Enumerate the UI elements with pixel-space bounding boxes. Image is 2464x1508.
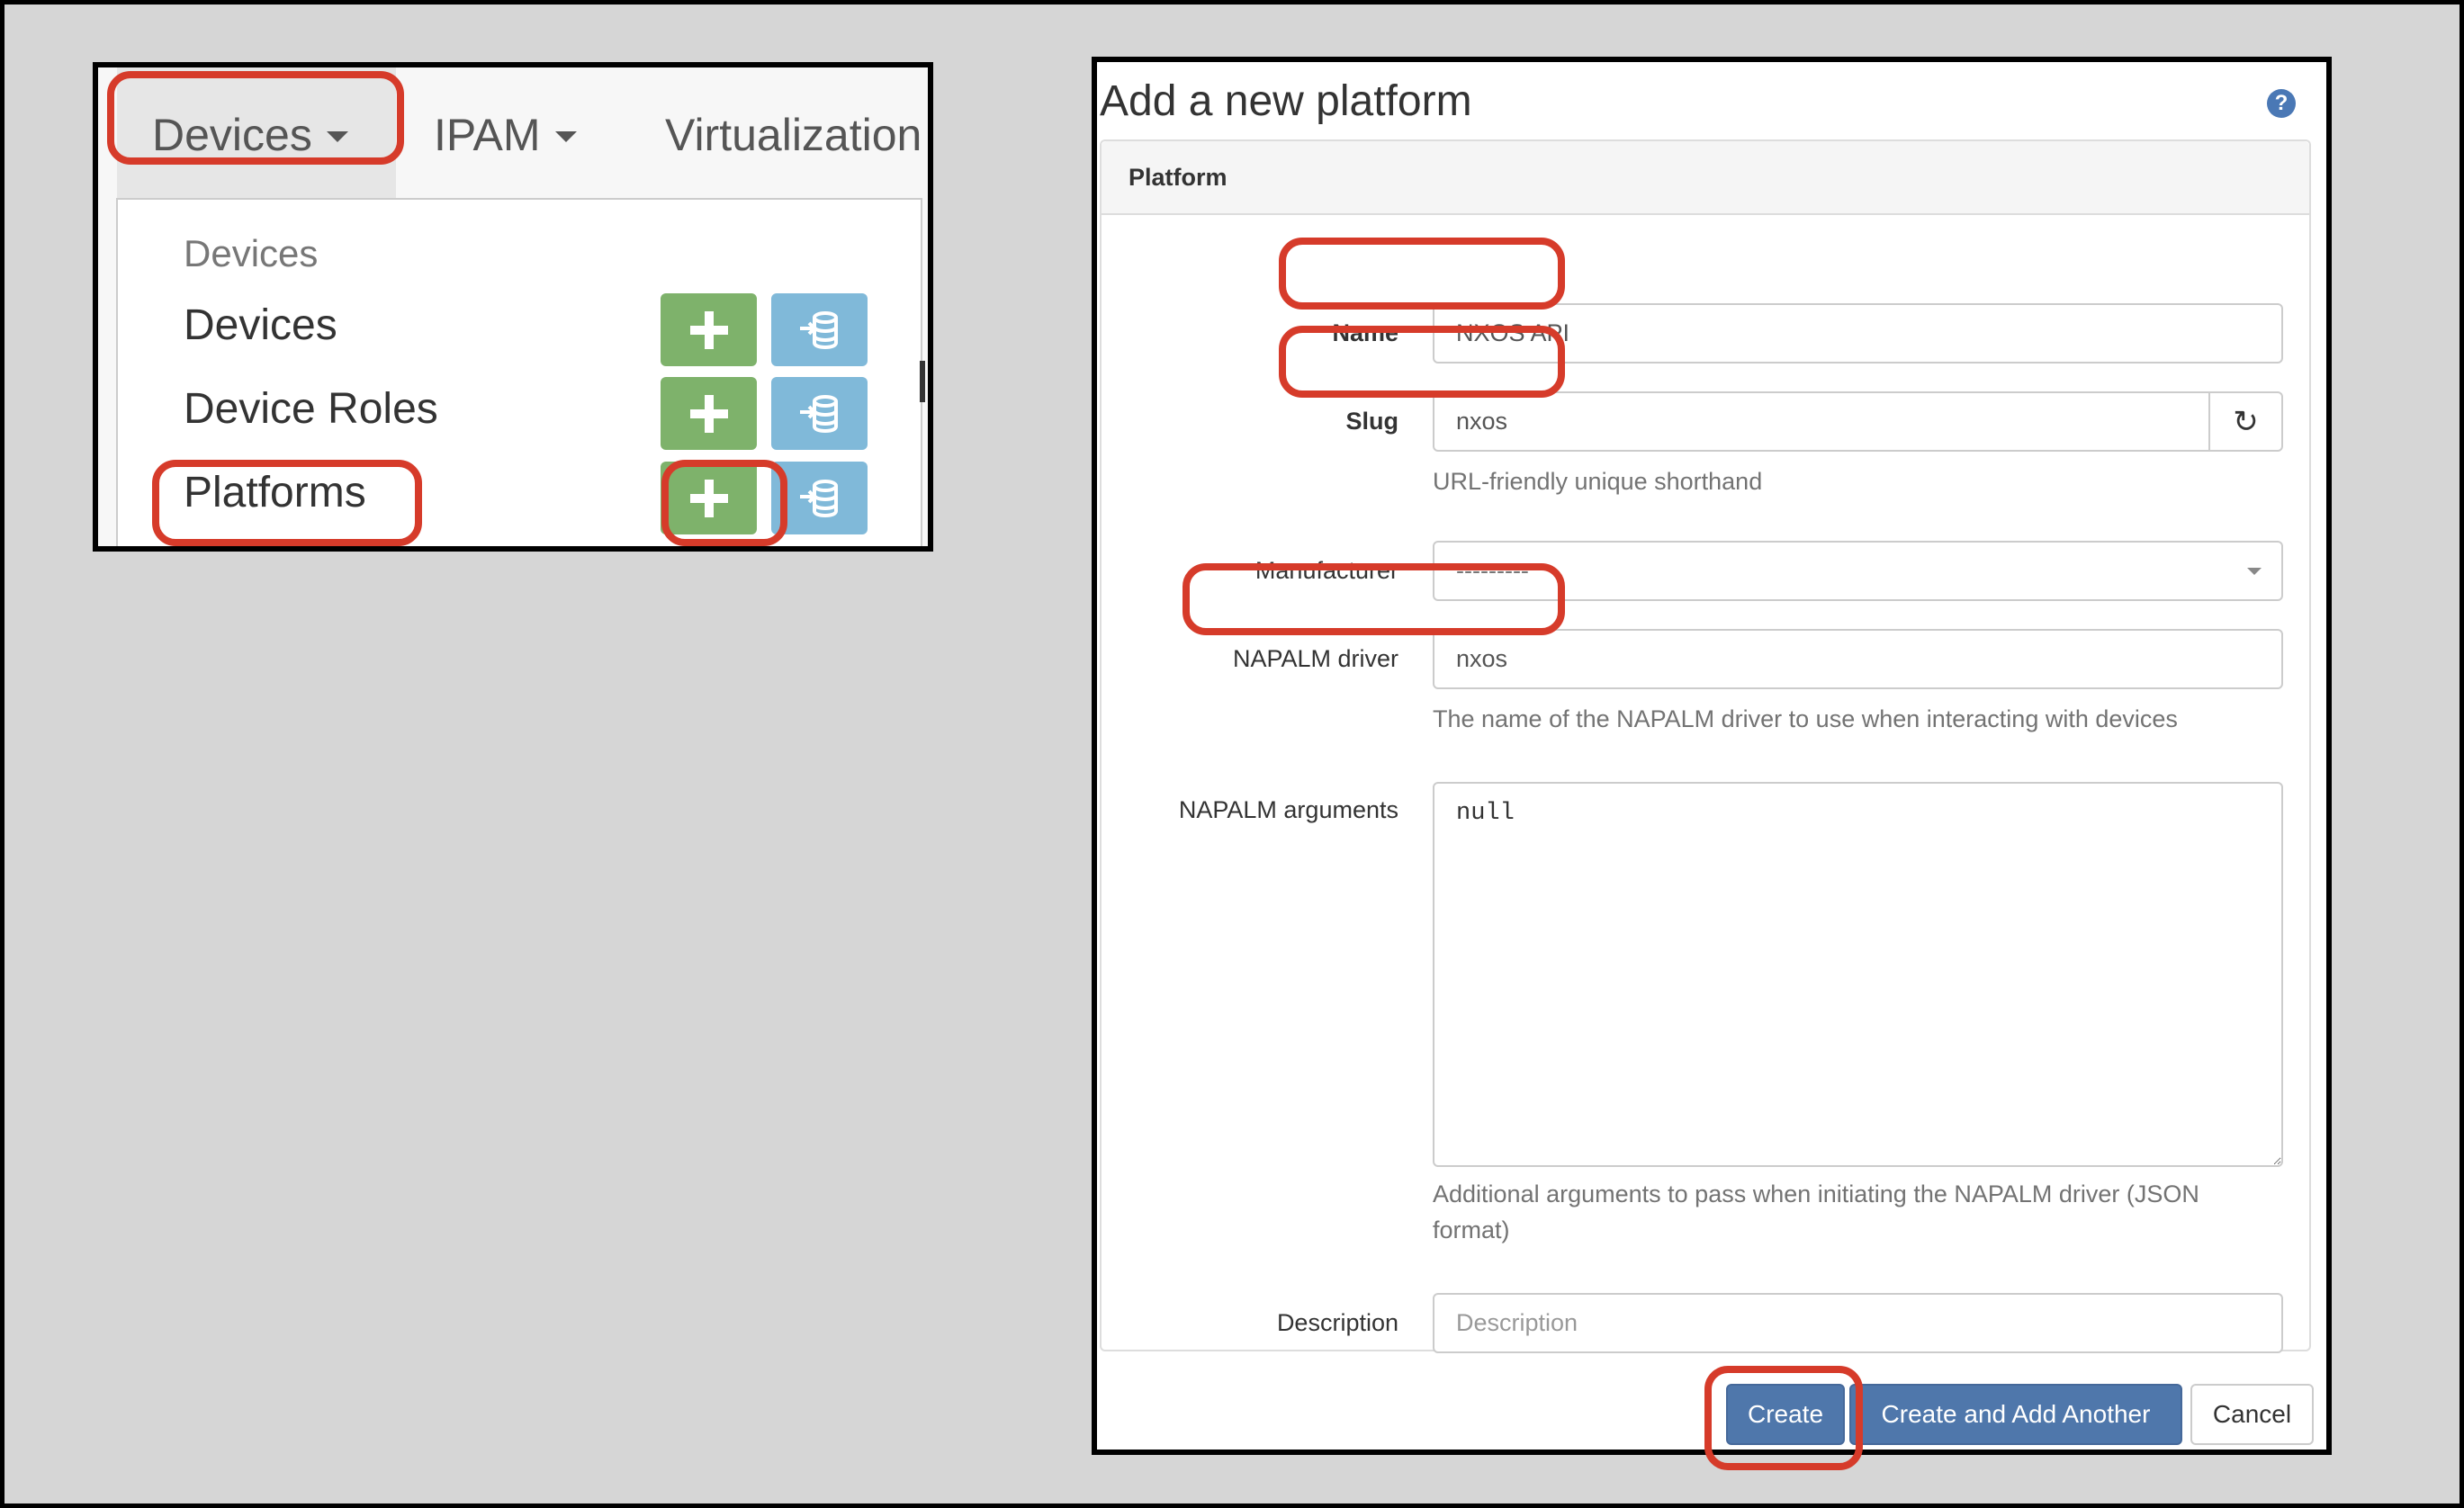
napalm-driver-input[interactable]: nxos <box>1433 629 2283 689</box>
slug-input[interactable]: nxos <box>1433 391 2210 452</box>
database-import-icon <box>799 310 838 349</box>
napalm-arguments-help-text: Additional arguments to pass when initia… <box>1433 1180 2199 1243</box>
page-title: Add a new platform <box>1100 77 1472 125</box>
manufacturer-label: Manufacturer <box>1254 557 1398 584</box>
cropped-edge <box>920 361 925 402</box>
menu-item-platforms[interactable]: Platforms <box>184 468 366 517</box>
name-label: Name <box>1332 319 1398 346</box>
napalm-driver-label: NAPALM driver <box>1232 645 1398 672</box>
create-button[interactable]: Create <box>1726 1384 1845 1445</box>
add-platform-form-panel: Add a new platform ? Platform Name NXOS … <box>1092 57 2332 1455</box>
card-heading: Platform <box>1102 141 2309 215</box>
napalm-arguments-textarea[interactable]: null <box>1433 782 2283 1167</box>
nav-menu-panel: Devices IPAM Virtualization Devices Devi… <box>93 62 933 552</box>
help-icon[interactable]: ? <box>2267 89 2296 118</box>
napalm-driver-help-text: The name of the NAPALM driver to use whe… <box>1433 705 2178 732</box>
chevron-down-icon <box>2247 568 2262 575</box>
import-platforms-button[interactable] <box>771 462 868 534</box>
import-device-roles-button[interactable] <box>771 377 868 450</box>
nav-tab-label: IPAM <box>434 110 541 160</box>
nav-tab-devices[interactable]: Devices <box>117 67 396 202</box>
manufacturer-selected-value: --------- <box>1456 557 1529 584</box>
nav-tab-label: Virtualization <box>665 110 922 160</box>
napalm-arguments-label: NAPALM arguments <box>1178 796 1398 823</box>
description-label: Description <box>1276 1309 1398 1336</box>
plus-icon <box>689 394 728 433</box>
create-and-add-another-button[interactable]: Create and Add Another <box>1849 1384 2182 1445</box>
nav-tab-ipam[interactable]: IPAM <box>434 67 577 202</box>
menu-item-devices[interactable]: Devices <box>184 301 337 350</box>
plus-icon <box>689 310 728 349</box>
add-platform-button[interactable] <box>661 462 757 534</box>
caret-down-icon <box>326 131 348 142</box>
add-device-role-button[interactable] <box>661 377 757 450</box>
nav-tab-virtualization[interactable]: Virtualization <box>665 67 922 202</box>
slug-help-text: URL-friendly unique shorthand <box>1433 468 1763 495</box>
regenerate-slug-button[interactable]: ↻ <box>2208 391 2283 452</box>
name-input[interactable]: NXOS API <box>1433 303 2283 364</box>
cancel-button[interactable]: Cancel <box>2190 1384 2314 1445</box>
manufacturer-select[interactable]: --------- <box>1433 541 2283 601</box>
slug-label: Slug <box>1345 408 1399 435</box>
database-import-icon <box>799 394 838 433</box>
dropdown-section-header: Devices <box>184 232 319 274</box>
platform-card: Platform Name NXOS API Slug nxos ↻ URL-f… <box>1100 139 2311 1353</box>
add-device-button[interactable] <box>661 293 757 366</box>
plus-icon <box>689 479 728 517</box>
devices-dropdown-menu: Devices Devices Device Roles Platforms <box>116 198 922 546</box>
import-devices-button[interactable] <box>771 293 868 366</box>
menu-item-device-roles[interactable]: Device Roles <box>184 384 438 434</box>
description-input[interactable] <box>1433 1293 2283 1353</box>
refresh-icon: ↻ <box>2233 404 2259 439</box>
navbar: Devices IPAM Virtualization <box>98 67 928 202</box>
database-import-icon <box>799 479 838 517</box>
caret-down-icon <box>554 131 577 142</box>
nav-tab-label: Devices <box>152 110 312 160</box>
